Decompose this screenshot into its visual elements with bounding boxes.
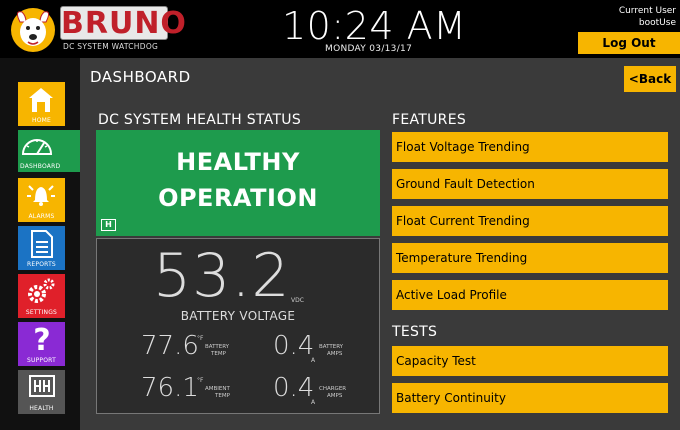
sidebar-item-label: HOME [31,117,51,124]
feature-float-current-trending-button[interactable]: Float Current Trending [392,206,668,236]
feature-ground-fault-detection-button[interactable]: Ground Fault Detection [392,169,668,199]
health-logo-icon: H [101,219,116,231]
gauge-icon [21,139,53,155]
bell-icon [27,185,55,206]
battery-amps-label: BATTERY AMPS [319,344,344,357]
battery-temp-value: 77.6 [141,331,199,361]
home-icon [29,88,53,112]
current-date: MONDAY 03/13/17 [325,44,413,54]
sidebar-item-label: DASHBOARD [20,163,61,170]
charger-amps-value: 0.4 [273,373,315,403]
features-section-title: FEATURES [392,112,467,128]
sidebar-item-label: SUPPORT [27,357,56,364]
battery-amps-unit: A [311,357,316,364]
battery-amps-value: 0.4 [273,331,315,361]
ambient-temp-label: AMBIENT TEMP [205,386,230,399]
sidebar-item-home[interactable]: HOME [18,82,65,126]
health-logo-icon [29,375,55,397]
feature-temperature-trending-button[interactable]: Temperature Trending [392,243,668,273]
health-status-panel: HEALTHY OPERATION H [96,130,380,236]
back-button[interactable]: <Back [624,66,676,92]
readings-panel: 53.2 VDC BATTERY VOLTAGE 77.6 °F BATTERY… [96,238,380,414]
ambient-temp-value: 76.1 [141,373,199,403]
feature-active-load-profile-button[interactable]: Active Load Profile [392,280,668,310]
battery-temp-label: BATTERY TEMP [205,344,230,357]
sidebar-item-alarms[interactable]: ALARMS [18,178,65,222]
brand-subtitle: DC SYSTEM WATCHDOG [63,42,159,51]
battery-voltage-label: BATTERY VOLTAGE [180,309,296,323]
logout-button[interactable]: Log Out [578,32,680,54]
sidebar-item-label: ALARMS [28,213,55,220]
current-user-label: Current User [618,6,676,16]
sidebar-item-settings[interactable]: SETTINGS [18,274,65,318]
sidebar-item-health[interactable]: HEALTH [18,370,65,414]
ambient-temp-unit: °F [197,377,204,384]
sidebar-item-dashboard[interactable]: DASHBOARD [18,130,86,172]
sidebar-nav: HOME DASHBOARD ALARMS REPORTS SETTINGS ?… [0,58,86,430]
current-time: 10:24 AM [282,4,467,48]
sidebar-item-label: SETTINGS [25,309,58,316]
battery-voltage-value: 53.2 [153,241,291,311]
sidebar-item-support[interactable]: ? SUPPORT [18,322,65,366]
brand-logo-text: BRUNO [60,6,187,41]
test-capacity-button[interactable]: Capacity Test [392,346,668,376]
sidebar-item-reports[interactable]: REPORTS [18,226,65,270]
svg-text:?: ? [33,324,50,354]
sidebar-item-label: REPORTS [27,261,56,268]
dog-logo-icon [11,8,55,52]
top-header: BRUNO DC SYSTEM WATCHDOG 10:24 AM MONDAY… [0,0,680,58]
main-panel: DASHBOARD <Back DC SYSTEM HEALTH STATUS … [80,58,680,430]
health-status-line-2: OPERATION [158,184,318,212]
health-section-title: DC SYSTEM HEALTH STATUS [98,112,302,128]
battery-voltage-unit: VDC [291,297,304,304]
health-status-line-1: HEALTHY [176,148,300,176]
charger-amps-unit: A [311,399,316,406]
question-icon: ? [33,324,50,354]
page-title: DASHBOARD [90,68,191,86]
document-icon [31,230,53,258]
charger-amps-label: CHARGER AMPS [319,386,347,399]
gear-icon [28,278,55,303]
sidebar-item-label: HEALTH [29,405,54,412]
test-battery-continuity-button[interactable]: Battery Continuity [392,383,668,413]
feature-float-voltage-trending-button[interactable]: Float Voltage Trending [392,132,668,162]
current-user-name: bootUse [638,18,676,28]
tests-section-title: TESTS [392,324,438,340]
battery-temp-unit: °F [197,335,204,342]
